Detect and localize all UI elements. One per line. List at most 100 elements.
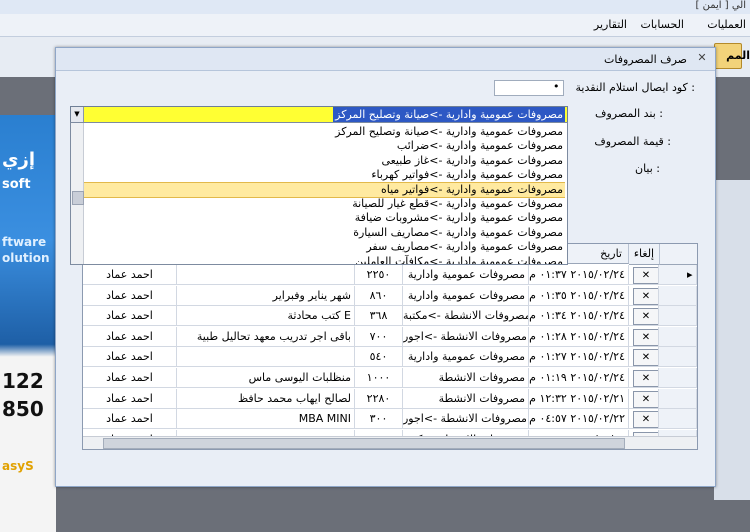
grid-horizontal-scrollbar[interactable] (83, 436, 697, 449)
banner-text-software: ftware (2, 235, 47, 249)
table-row[interactable]: ✕ احمد عماد كتب محادثة E ٣٦٨ مصروفات الانشطة… (83, 306, 697, 327)
cancel-row-button[interactable]: ✕ (633, 390, 658, 408)
banner-text-easysoft: asyS (2, 459, 34, 473)
app-title: الي [ ايمن ] (695, 0, 746, 11)
cancel-cell: ✕ (629, 388, 659, 409)
menu-operations[interactable]: العمليات (707, 18, 746, 31)
cell-category: مصروفات الانشطة (403, 388, 529, 409)
cell-amount: ٢٢٥٠ (355, 265, 403, 285)
banner-text-ar: إزي (2, 149, 36, 170)
dropdown-item[interactable]: مصروفات عمومية وادارية ->قطع غيار للصيان… (352, 197, 563, 211)
expense-item-combo[interactable]: ▼ مصروفات عمومية وادارية ->صيانة وتصليح … (70, 106, 568, 123)
table-row[interactable]: ✕ احمد عماد باقى اجر تدريب معهد تحاليل طبي… (83, 326, 697, 347)
cell-note (177, 347, 355, 368)
banner-phone-2: 850 (2, 397, 44, 421)
cell-date: ٢٠١٥/٠٢/٢٢ ٠٤:٥٧ م (529, 409, 629, 430)
cancel-row-button[interactable]: ✕ (633, 287, 658, 305)
cell-user: احمد عماد (83, 285, 177, 306)
row-header[interactable] (659, 347, 697, 368)
cell-amount: ٨٦٠ (355, 285, 403, 306)
banner-phone-1: 122 (2, 369, 44, 393)
cell-amount: ٢٢٨٠ (355, 388, 403, 409)
cell-date: ٢٠١٥/٠٢/٢٤ ٠١:٢٧ م (529, 347, 629, 368)
menu-bar: العمليات الحسابات التقارير (0, 14, 750, 37)
cancel-row-button[interactable]: ✕ (633, 308, 658, 326)
cancel-row-button[interactable]: ✕ (633, 370, 658, 387)
dropdown-item[interactable]: مصروفات عمومية وادارية ->صيانة وتصليح ال… (335, 125, 563, 139)
cancel-cell: ✕ (629, 409, 659, 430)
dropdown-item[interactable]: مصروفات عمومية وادارية ->مصاريف سفر (366, 240, 563, 254)
cancel-cell: ✕ (629, 326, 659, 347)
table-row[interactable]: ✕ احمد عماد شهر يناير وفبراير ٨٦٠ مصروفات عم… (83, 285, 697, 306)
cell-category: مصروفات الانشطة (403, 368, 529, 388)
cell-date: ٢٠١٥/٠٢/٢٤ ٠١:٣٧ م (529, 265, 629, 285)
table-row[interactable]: ▸ ✕ احمد عماد ٢٢٥٠ مصروفات عمومية وادارية ٢٠١… (83, 265, 697, 285)
cancel-row-button[interactable]: ✕ (633, 411, 658, 429)
cancel-cell: ✕ (629, 265, 659, 285)
row-header[interactable] (659, 285, 697, 306)
dialog-title: صرف المصروفات (604, 53, 687, 66)
grid-header-cancel[interactable]: إلغاء (629, 244, 660, 265)
table-row[interactable]: ✕ احمد عماد MBA MINI ٣٠٠ مصروفات الانشطة ->ا… (83, 409, 697, 430)
cancel-row-button[interactable]: ✕ (633, 349, 658, 367)
banner-text-soft: soft (2, 177, 31, 192)
dropdown-item[interactable]: مصروفات عمومية وادارية ->ضرائب (397, 139, 563, 153)
background-image-strip (714, 180, 750, 500)
row-header[interactable] (659, 326, 697, 347)
dropdown-scrollbar[interactable] (71, 123, 84, 264)
dropdown-item[interactable]: مصروفات عمومية وادارية ->مكافآت العاملين (355, 255, 563, 264)
dropdown-item[interactable]: مصروفات عمومية وادارية ->مشروبات ضيافة (355, 211, 563, 225)
expense-item-dropdown: مصروفات عمومية وادارية ->صيانة وتصليح ال… (70, 122, 568, 265)
row-header[interactable] (659, 306, 697, 327)
cancel-cell: ✕ (629, 306, 659, 327)
chevron-down-icon[interactable]: ▼ (71, 107, 84, 122)
cell-note: لصالح ايهاب محمد حافظ (177, 388, 355, 409)
cancel-cell: ✕ (629, 347, 659, 368)
grid-row-header (659, 244, 697, 265)
cell-note: منظلبات اليوسى ماس (177, 368, 355, 388)
menu-accounts[interactable]: الحسابات (641, 18, 684, 31)
scroll-thumb[interactable] (103, 438, 625, 449)
row-header[interactable] (659, 409, 697, 430)
cancel-row-button[interactable]: ✕ (633, 267, 658, 284)
dropdown-item[interactable]: مصروفات عمومية وادارية ->غاز طبيعى (381, 154, 563, 168)
expense-item-label: بند المصروف : (595, 107, 663, 120)
row-header[interactable]: ▸ (659, 265, 697, 285)
cell-category: مصروفات الانشطة ->مكتبة (403, 306, 529, 327)
cell-note: باقى اجر تدريب معهد تحاليل طبية (177, 326, 355, 347)
cancel-cell: ✕ (629, 285, 659, 306)
table-row[interactable]: ✕ احمد عماد لصالح ايهاب محمد حافظ ٢٢٨٠ مصروف… (83, 388, 697, 409)
dropdown-item[interactable]: مصروفات عمومية وادارية ->مصاريف السيارة (353, 226, 563, 240)
cell-user: احمد عماد (83, 388, 177, 409)
cancel-row-button[interactable]: ✕ (633, 328, 658, 346)
menu-reports[interactable]: التقارير (594, 18, 627, 31)
expenses-dialog: صرف المصروفات ✕ كود ايصال استلام النقدية… (55, 47, 716, 487)
cell-note (177, 265, 355, 285)
cell-note: كتب محادثة E (177, 306, 355, 327)
cell-user: احمد عماد (83, 347, 177, 368)
row-header[interactable] (659, 368, 697, 388)
scroll-thumb[interactable] (72, 191, 84, 205)
cash-receipt-label: كود ايصال استلام النقدية : (575, 81, 695, 94)
cell-date: ٢٠١٥/٠٢/٢٤ ٠١:٢٨ م (529, 326, 629, 347)
cell-note: شهر يناير وفبراير (177, 285, 355, 306)
dropdown-item[interactable]: مصروفات عمومية وادارية ->فواتير مياه (381, 183, 563, 197)
row-header[interactable] (659, 388, 697, 409)
table-row[interactable]: ✕ احمد عماد ٥٤٠ مصروفات عمومية وادارية ٢٠١٥/… (83, 347, 697, 368)
cell-amount: ١٠٠٠ (355, 368, 403, 388)
cell-user: احمد عماد (83, 368, 177, 388)
cell-date: ٢٠١٥/٠٢/٢٤ ٠١:٣٥ م (529, 285, 629, 306)
close-icon[interactable]: ✕ (696, 52, 708, 64)
cell-date: ٢٠١٥/٠٢/٢١ ١٢:٣٢ م (529, 388, 629, 409)
statement-label: بيان : (634, 162, 660, 175)
combo-selected-value: مصروفات عمومية وادارية ->صيانة وتصليح ال… (333, 107, 565, 122)
cell-user: احمد عماد (83, 326, 177, 347)
cell-amount: ٧٠٠ (355, 326, 403, 347)
dropdown-item[interactable]: مصروفات عمومية وادارية ->فواتير كهرباء (371, 168, 563, 182)
cash-receipt-input[interactable]: • (494, 80, 564, 96)
cell-date: ٢٠١٥/٠٢/٢٤ ٠١:٣٤ م (529, 306, 629, 327)
expense-value-label: قيمة المصروف : (594, 135, 671, 148)
cell-user: احمد عماد (83, 306, 177, 327)
table-row[interactable]: ✕ احمد عماد منظلبات اليوسى ماس ١٠٠٠ مصروفات … (83, 368, 697, 388)
cancel-cell: ✕ (629, 368, 659, 388)
